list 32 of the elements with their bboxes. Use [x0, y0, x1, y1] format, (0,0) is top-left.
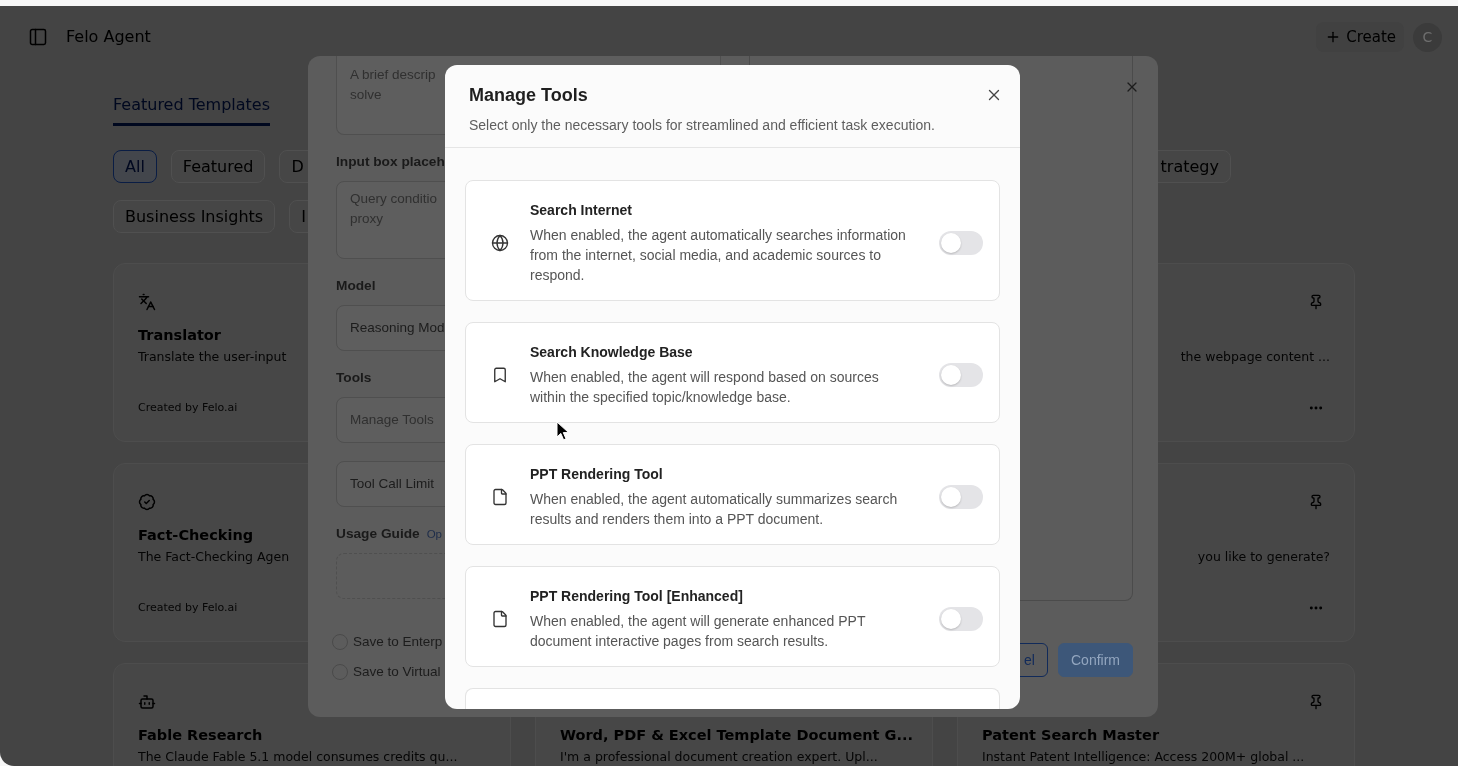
card-description: you like to generate?: [1197, 549, 1330, 565]
tool-name: PPT Rendering Tool: [530, 465, 664, 484]
tool-description: When enabled, the agent automatically summarizes search results and renders them into a PPT document.: [530, 490, 899, 529]
tool-description: When enabled, the agent automatically searches information from the internet, social media, and academic sources to respond.: [530, 226, 907, 285]
field-label: Usage Guide: [336, 525, 420, 543]
card-description: The Claude Fable 5.1 model consumes credits qu...: [138, 749, 458, 765]
tool-name: Search Knowledge Base: [530, 343, 694, 362]
optional-hint: Op: [426, 527, 442, 542]
radio-label: Save to Enterp: [353, 633, 443, 651]
card-description: The Fact-Checking Agen: [138, 549, 290, 565]
card-description: Translate the user-input: [138, 349, 287, 365]
card-description: the webpage content ...: [1180, 349, 1330, 365]
card-title: Fact-Checking: [138, 526, 254, 545]
card-author: Created by Felo.ai: [138, 400, 238, 416]
card-description: Instant Patent Intelligence: Access 200M+ global ...: [982, 749, 1305, 765]
modal-subtitle: Select only the necessary tools for streamlined and efficient task execution.: [469, 116, 935, 134]
card-author: Created by Felo.ai: [138, 600, 238, 616]
card-description: I'm a professional document creation expert. Upl...: [560, 749, 878, 765]
tool-name: PPT Rendering Tool [Enhanced]: [530, 587, 744, 606]
card-title: Patent Search Master: [982, 726, 1160, 745]
modal-title: Manage Tools: [469, 84, 588, 106]
card-title: Translator: [138, 326, 221, 345]
field-label: Model: [336, 277, 376, 295]
radio-label: Save to Virtual: [353, 663, 441, 681]
card-title: Fable Research: [138, 726, 263, 745]
tool-description: When enabled, the agent will generate enhanced PPT document interactive pages from search results.: [530, 612, 867, 651]
field-label: Tools: [336, 369, 372, 387]
field-label: Input box placeh: [336, 153, 445, 171]
tool-name: Search Internet: [530, 201, 633, 220]
tool-description: When enabled, the agent will respond based on sources within the specified topic/knowledge base.: [530, 368, 880, 407]
card-title: Word, PDF & Excel Template Document G...: [560, 726, 913, 745]
app-title: Felo Agent: [66, 27, 151, 47]
